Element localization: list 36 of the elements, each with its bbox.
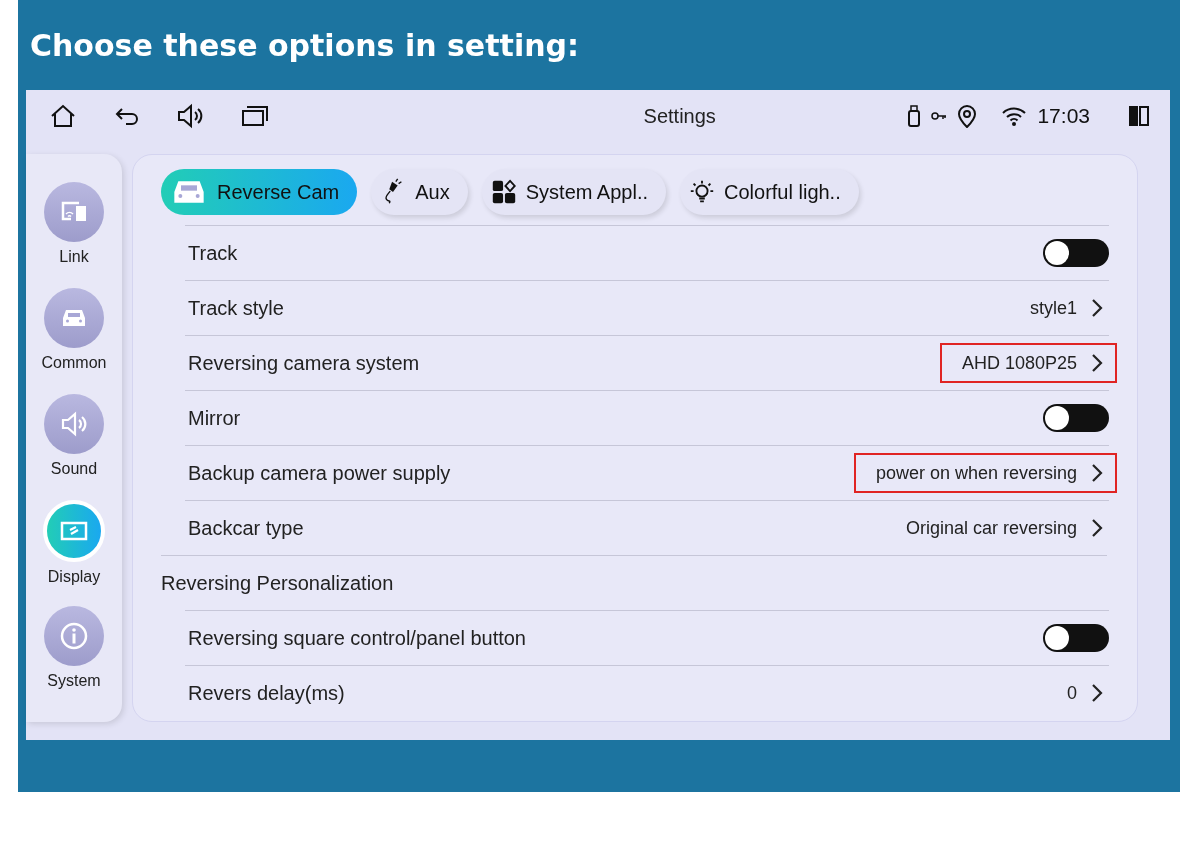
setting-value[interactable]: style1: [1007, 288, 1117, 328]
tab[interactable]: System Appl..: [481, 169, 666, 215]
toggle-switch[interactable]: [1043, 239, 1109, 267]
toggle-switch[interactable]: [1043, 624, 1109, 652]
setting-label: Reversing square control/panel button: [188, 626, 527, 650]
setting-label: Track style: [188, 296, 285, 320]
setting-label: Revers delay(ms): [188, 681, 346, 705]
speaker-icon: [59, 409, 89, 439]
setting-value[interactable]: AHD 1080P25: [939, 343, 1117, 383]
section-heading: Reversing Personalization: [161, 571, 395, 595]
chevron-right-icon: [1091, 683, 1103, 703]
info-icon: [59, 621, 89, 651]
setting-label: Mirror: [188, 406, 242, 430]
banner-title: Choose these options in setting:: [30, 27, 579, 63]
chevron-right-icon: [1091, 298, 1103, 318]
key-icon: [931, 111, 948, 121]
location-pin-icon: [957, 104, 978, 128]
wifi-icon: [1001, 105, 1028, 127]
setting-value[interactable]: Original car reversing: [883, 508, 1117, 548]
setting-label: Track: [188, 241, 239, 265]
chevron-right-icon: [1091, 353, 1103, 373]
setting-label: Backcar type: [188, 516, 305, 540]
setting-value[interactable]: 0: [1045, 673, 1117, 713]
split-screen-icon[interactable]: [1128, 105, 1150, 127]
screen-title: Settings: [642, 104, 717, 128]
tab[interactable]: Colorful ligh..: [680, 169, 859, 215]
setting-label: Reversing camera system: [188, 351, 421, 375]
setting-label: Backup camera power supply: [188, 461, 452, 485]
toggle-switch[interactable]: [1043, 404, 1109, 432]
tab[interactable]: Aux: [371, 169, 468, 215]
usb-icon: [907, 105, 922, 127]
clock-time: 17:03: [1037, 104, 1090, 128]
setting-value[interactable]: power on when reversing: [853, 453, 1117, 493]
chevron-right-icon: [1091, 463, 1103, 483]
chevron-right-icon: [1091, 518, 1103, 538]
tab[interactable]: Reverse Cam: [161, 169, 358, 215]
